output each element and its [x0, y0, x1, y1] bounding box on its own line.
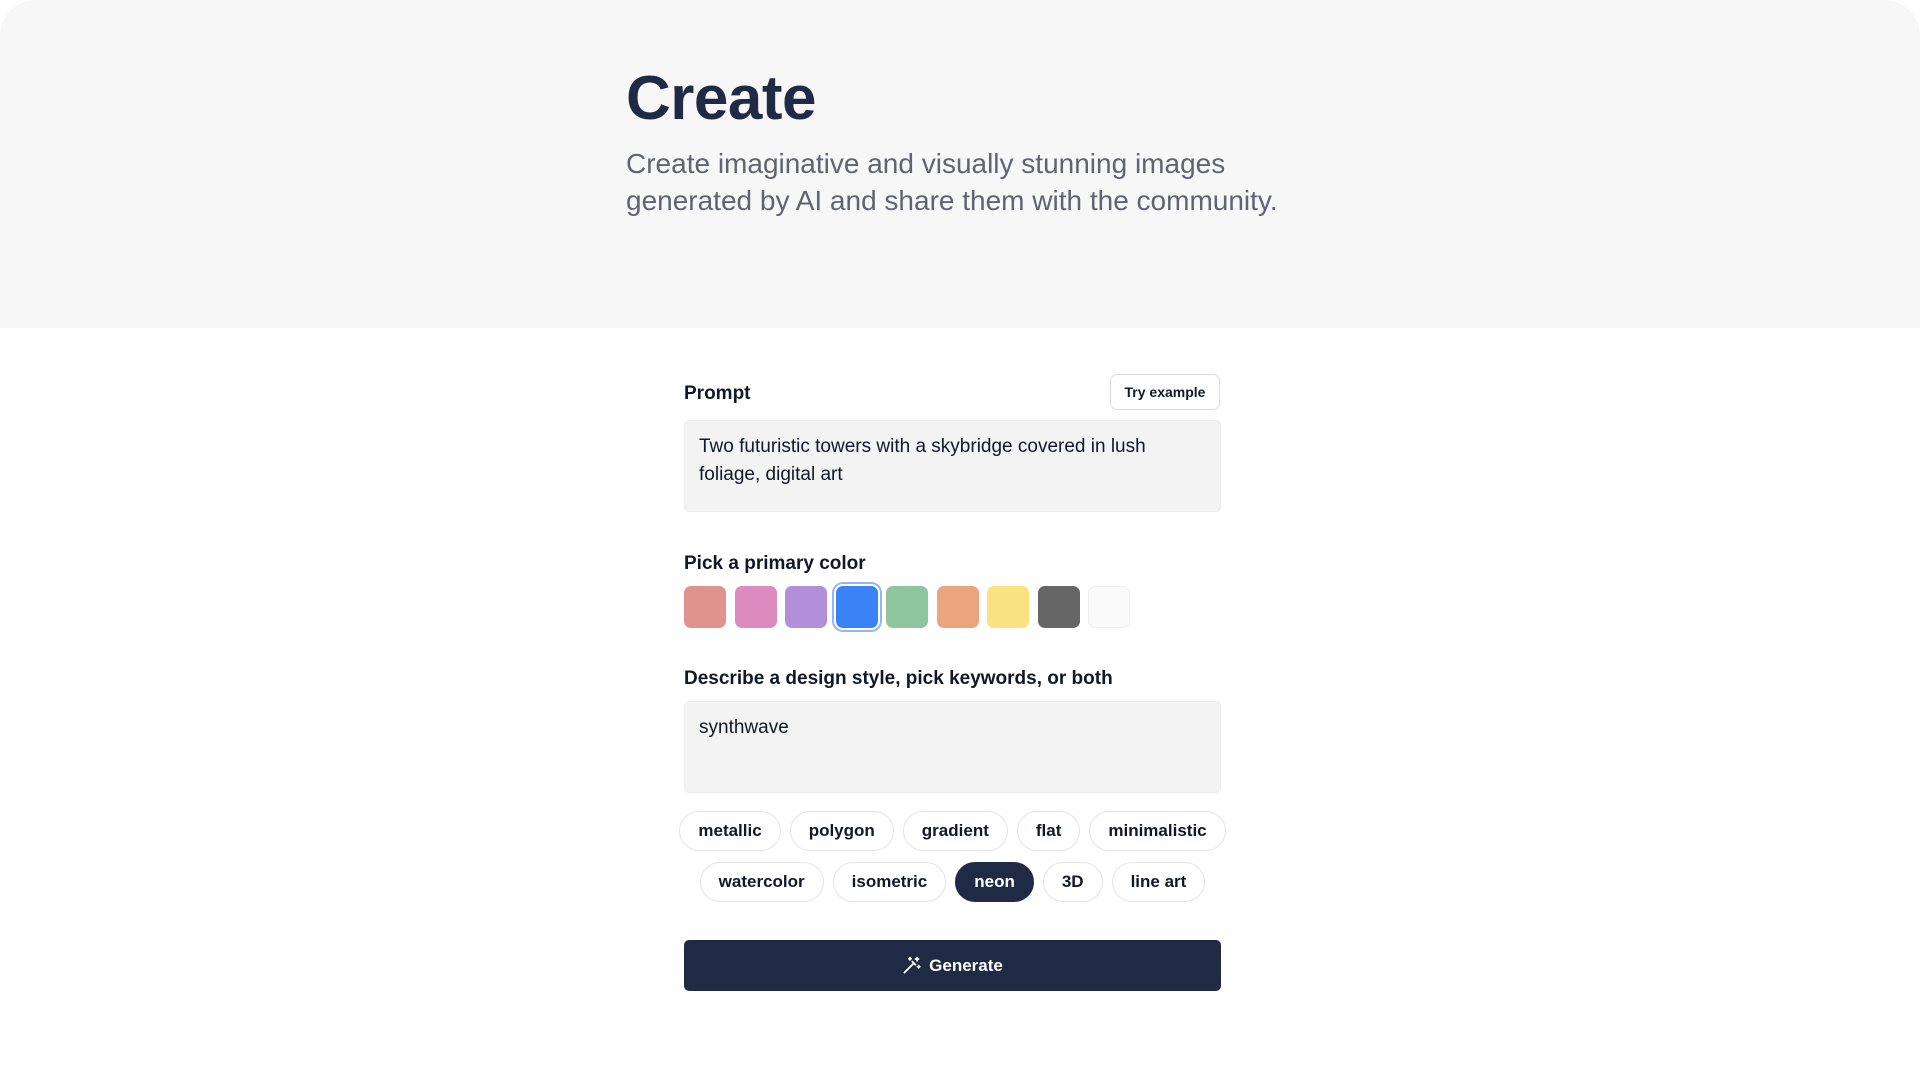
style-input[interactable]: synthwave	[684, 701, 1221, 793]
color-swatch[interactable]	[684, 586, 726, 628]
color-swatch[interactable]	[835, 586, 878, 628]
color-swatch[interactable]	[936, 586, 979, 628]
keyword-row: metallic polygon gradient flat minimalistic	[679, 811, 1226, 851]
generate-label: Generate	[929, 955, 1003, 975]
keyword-tag[interactable]: minimalistic	[1089, 811, 1226, 851]
color-swatch[interactable]	[987, 586, 1029, 628]
color-swatch[interactable]	[886, 586, 928, 628]
keyword-tag[interactable]: watercolor	[699, 862, 824, 902]
color-swatch[interactable]	[1037, 586, 1080, 628]
generate-button[interactable]: Generate	[684, 940, 1221, 991]
color-swatches	[684, 586, 1139, 628]
page-title: Create	[626, 64, 817, 133]
prompt-label: Prompt	[684, 383, 751, 404]
keyword-tag[interactable]: gradient	[902, 811, 1008, 851]
keyword-tag[interactable]: line art	[1111, 862, 1206, 902]
color-swatch[interactable]	[785, 586, 827, 628]
color-picker-label: Pick a primary color	[684, 553, 866, 574]
hero-section: Create Create imaginative and visually s…	[0, 0, 1920, 328]
color-swatch[interactable]	[1088, 586, 1130, 628]
try-example-button[interactable]: Try example	[1110, 374, 1220, 410]
keyword-tag[interactable]: metallic	[679, 811, 781, 851]
keyword-tag[interactable]: 3D	[1042, 862, 1103, 902]
magic-wand-icon	[903, 956, 921, 974]
prompt-input[interactable]: Two futuristic towers with a skybridge c…	[684, 420, 1221, 512]
keyword-tag[interactable]: flat	[1016, 811, 1081, 851]
keyword-tag[interactable]: polygon	[789, 811, 894, 851]
keyword-tag[interactable]: isometric	[832, 862, 947, 902]
color-swatch[interactable]	[734, 586, 777, 628]
keyword-tag[interactable]: neon	[955, 862, 1034, 902]
style-label: Describe a design style, pick keywords, …	[684, 668, 1113, 689]
page-description: Create imaginative and visually stunning…	[626, 148, 1278, 216]
keyword-row: watercolor isometric neon 3D line art	[684, 862, 1221, 902]
